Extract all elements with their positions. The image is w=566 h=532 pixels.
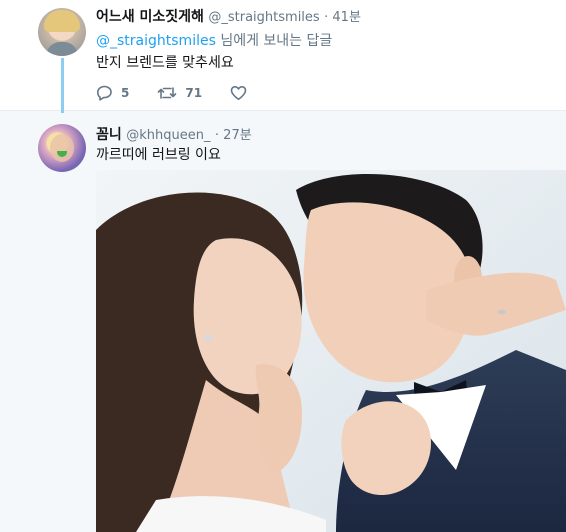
reply-context: @_straightsmiles 님에게 보내는 답글 [96,30,332,50]
avatar[interactable] [38,8,86,56]
tweet-divider [0,110,566,111]
avatar-hair [44,10,80,32]
tweet-header: 어느새 미소짓게해 @_straightsmiles · 41분 [96,6,361,26]
tweet-text: 반지 브렌드를 맞추세요 [96,55,234,71]
tweet-actions: 5 71 [96,84,275,102]
reply-mention-link[interactable]: @_straightsmiles [96,33,216,49]
avatar-body [46,42,78,56]
display-name[interactable]: 꼼니 [96,127,122,143]
tweet-header: 꼼니 @khhqueen_ · 27분 [96,124,252,144]
display-name[interactable]: 어느새 미소짓게해 [96,9,204,25]
reply-count: 5 [121,86,130,100]
user-handle[interactable]: @_straightsmiles [208,10,319,25]
tweet-timestamp[interactable]: · 27분 [215,128,252,143]
reply-button[interactable]: 5 [96,85,129,101]
tweet-text: 까르띠에 러브링 이요 [96,147,221,163]
tweet-timestamp[interactable]: · 41분 [324,10,361,25]
couple-photo-illustration [96,170,566,532]
like-button[interactable] [230,85,247,101]
user-handle[interactable]: @khhqueen_ [126,128,210,143]
avatar-face [50,134,74,162]
reply-context-label: 님에게 보내는 답글 [215,33,333,49]
retweet-count: 71 [185,86,203,100]
heart-icon [230,85,247,101]
retweet-button[interactable]: 71 [157,85,202,101]
retweet-icon [157,85,177,101]
tweet-photo[interactable] [96,170,566,532]
reply-icon [96,85,113,101]
thread-connector-line [61,58,64,113]
avatar[interactable] [38,124,86,172]
